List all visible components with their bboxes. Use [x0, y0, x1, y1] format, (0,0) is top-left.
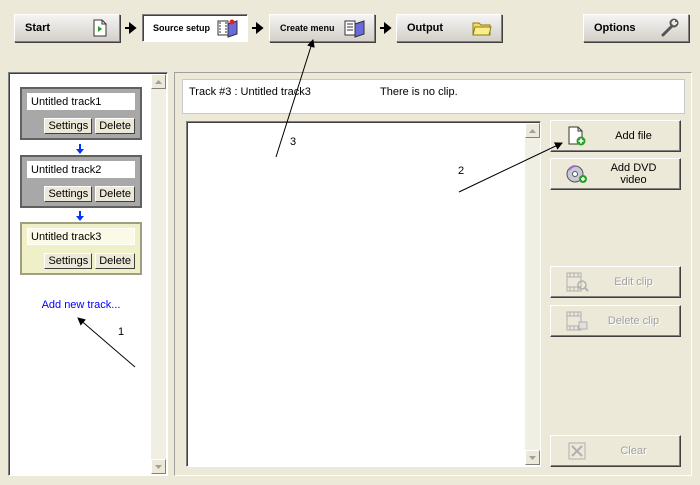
track-list-scrollbar[interactable]	[151, 74, 166, 474]
track-title: Track #3 : Untitled track3	[189, 86, 311, 98]
step-create-menu-button[interactable]: Create menu	[269, 14, 375, 42]
edit-clip-button[interactable]: Edit clip	[550, 266, 681, 298]
annotation-label-1: 1	[118, 326, 125, 338]
step-source-setup-label: Source setup	[153, 23, 211, 33]
add-dvd-video-button[interactable]: Add DVD video	[550, 158, 681, 190]
track-name-field[interactable]: Untitled track1	[27, 93, 135, 110]
track-item[interactable]: Untitled track1 Settings Delete	[20, 87, 142, 140]
track-delete-button[interactable]: Delete	[95, 118, 135, 134]
clip-list[interactable]	[186, 121, 541, 467]
clip-status: There is no clip.	[380, 86, 458, 98]
step-output-button[interactable]: Output	[396, 14, 502, 42]
dvd-disc-icon	[565, 163, 589, 185]
track-settings-button[interactable]: Settings	[44, 118, 93, 134]
film-box-icon	[344, 18, 366, 38]
annotation-label-3: 3	[290, 136, 297, 148]
scroll-up-button[interactable]	[525, 123, 540, 138]
document-arrow-icon	[89, 18, 111, 38]
add-new-track-link[interactable]: Add new track...	[9, 299, 153, 311]
clip-list-scrollbar[interactable]	[525, 123, 540, 465]
arrow-down-icon	[76, 144, 84, 154]
film-box-icon	[217, 18, 239, 38]
track-settings-button[interactable]: Settings	[44, 253, 93, 269]
delete-clip-button[interactable]: Delete clip	[550, 305, 681, 337]
clear-button[interactable]: Clear	[550, 435, 681, 467]
clear-icon	[565, 440, 589, 462]
track-settings-button[interactable]: Settings	[44, 186, 93, 202]
arrow-right-icon	[125, 22, 137, 34]
track-list-panel: Untitled track1 Settings Delete Untitled…	[8, 72, 168, 476]
delete-clip-icon	[565, 310, 589, 332]
add-file-label: Add file	[615, 130, 652, 142]
track-name-field[interactable]: Untitled track2	[27, 161, 135, 178]
add-dvd-video-label: Add DVD video	[610, 162, 657, 186]
add-file-button[interactable]: Add file	[550, 120, 681, 152]
track-delete-button[interactable]: Delete	[95, 186, 135, 202]
delete-clip-label: Delete clip	[607, 315, 660, 327]
wrench-icon	[658, 18, 680, 38]
track-item-selected[interactable]: Untitled track3 Settings Delete	[20, 222, 142, 275]
arrow-right-icon	[252, 22, 264, 34]
track-detail-panel: Track #3 : Untitled track3 There is no c…	[174, 72, 692, 476]
add-file-icon	[565, 125, 589, 147]
edit-clip-icon	[565, 271, 589, 293]
folder-icon	[471, 18, 493, 38]
clear-label: Clear	[620, 445, 647, 457]
edit-clip-label: Edit clip	[614, 276, 653, 288]
step-start-button[interactable]: Start	[14, 14, 120, 42]
arrow-down-icon	[76, 211, 84, 221]
scroll-down-button[interactable]	[525, 450, 540, 465]
scroll-down-button[interactable]	[151, 459, 166, 474]
track-name-field[interactable]: Untitled track3	[27, 228, 135, 245]
track-item[interactable]: Untitled track2 Settings Delete	[20, 155, 142, 208]
track-header: Track #3 : Untitled track3 There is no c…	[182, 79, 685, 114]
step-output-label: Output	[407, 22, 444, 34]
scroll-up-button[interactable]	[151, 74, 166, 89]
track-delete-button[interactable]: Delete	[95, 253, 135, 269]
step-start-label: Start	[25, 22, 51, 34]
step-create-menu-label: Create menu	[280, 23, 335, 33]
options-label: Options	[594, 22, 636, 34]
step-source-setup-button[interactable]: Source setup	[142, 14, 248, 42]
annotation-label-2: 2	[458, 165, 465, 177]
arrow-right-icon	[380, 22, 392, 34]
options-button[interactable]: Options	[583, 14, 689, 42]
